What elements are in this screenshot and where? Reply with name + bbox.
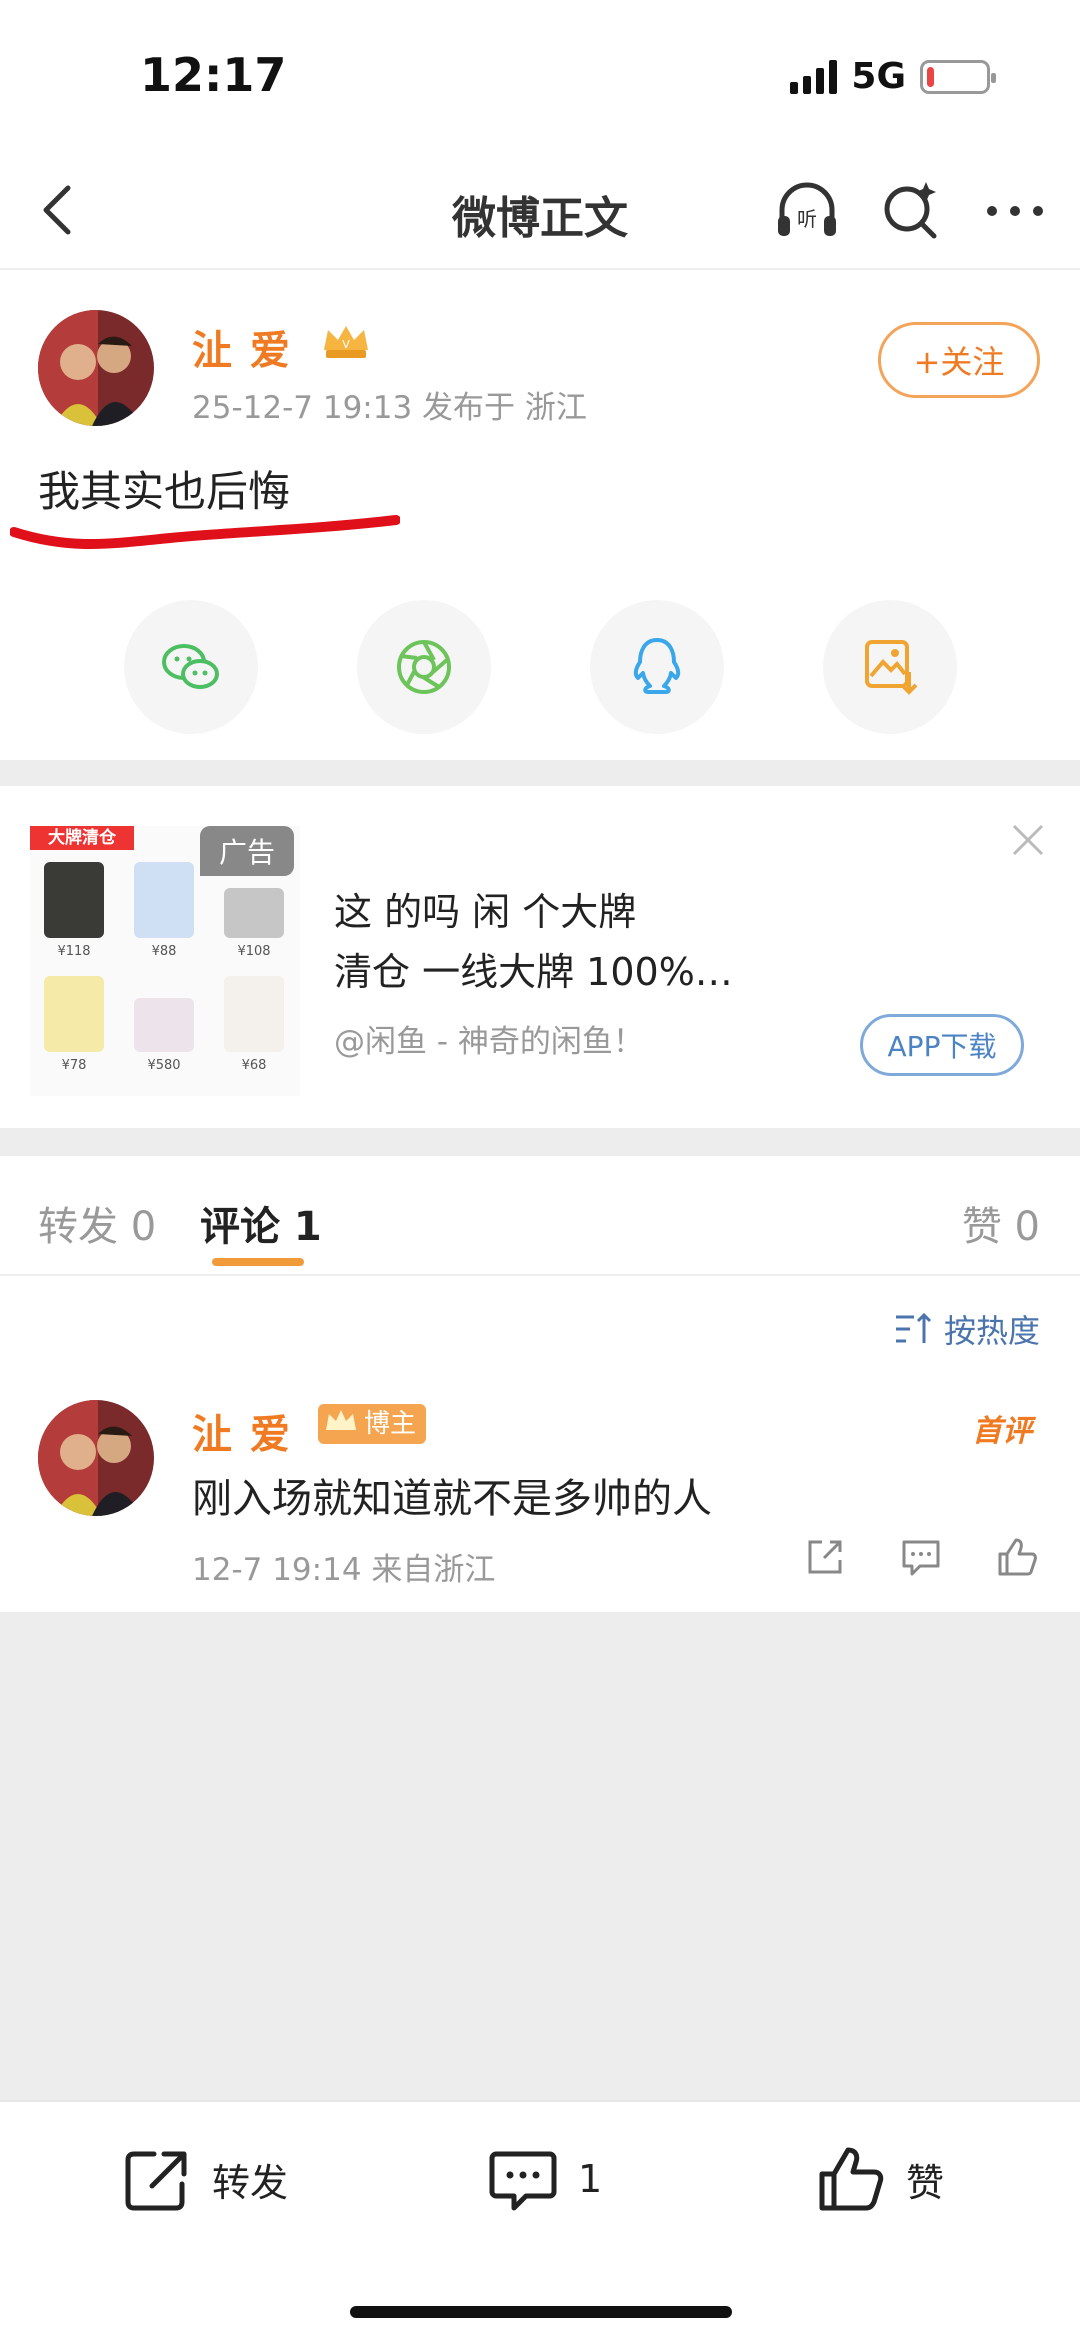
svg-text:V: V xyxy=(342,338,350,351)
repost-icon xyxy=(125,2151,187,2211)
tab-repost[interactable]: 转发 0 xyxy=(38,1194,156,1252)
app-download-button[interactable]: APP下载 xyxy=(860,1014,1024,1076)
post-meta: 25-12-7 19:13 发布于 浙江 xyxy=(192,390,587,426)
tab-indicator xyxy=(212,1258,304,1266)
svg-text:听: 听 xyxy=(797,207,817,231)
ad-product: ¥108 xyxy=(216,862,292,959)
qq-icon xyxy=(633,638,681,694)
close-icon[interactable] xyxy=(1010,822,1046,858)
author-badge: 博主 xyxy=(318,1404,427,1444)
ad-product: ¥88 xyxy=(126,862,202,959)
like-icon xyxy=(819,2147,884,2211)
ad-label: 广告 xyxy=(200,826,294,876)
comment-text: 刚入场就知道就不是多帅的人 xyxy=(192,1476,712,1522)
sort-icon xyxy=(895,1312,932,1343)
like-button[interactable]: 赞 xyxy=(814,2142,944,2216)
share-row xyxy=(0,600,1080,734)
repost-label: 转发 xyxy=(212,2160,289,2205)
follow-button[interactable]: +关注 xyxy=(878,322,1040,398)
bottom-action-bar: 转发 1 赞 xyxy=(0,2100,1080,2341)
like-label: 赞 xyxy=(906,2160,945,2205)
share-qq-button[interactable] xyxy=(590,600,724,734)
share-icon[interactable] xyxy=(802,1534,848,1580)
ad-card[interactable]: 大牌清仓 ¥118 ¥88 ¥108 ¥78 ¥580 ¥68 广告 这 的吗 … xyxy=(0,786,1080,1128)
like-icon[interactable] xyxy=(994,1534,1040,1580)
interaction-tabs: 转发 0 评论 1 赞 0 xyxy=(0,1156,1080,1276)
repost-button[interactable]: 转发 xyxy=(120,2142,288,2216)
nav-actions: 听 xyxy=(772,176,1050,246)
ad-product: ¥78 xyxy=(36,976,112,1073)
ad-product: ¥118 xyxy=(36,862,112,959)
listen-icon[interactable]: 听 xyxy=(772,176,842,246)
signal-icon xyxy=(790,59,838,94)
reply-icon[interactable] xyxy=(898,1534,944,1580)
avatar[interactable] xyxy=(38,310,154,426)
save-image-icon xyxy=(865,640,918,695)
status-indicators: 5G xyxy=(790,56,996,97)
nav-bar: 微博正文 听 xyxy=(0,150,1080,270)
battery-level xyxy=(927,66,934,87)
status-bar: 12:17 5G xyxy=(0,0,1080,150)
save-image-button[interactable] xyxy=(823,600,957,734)
comment-button[interactable]: 1 xyxy=(486,2142,602,2216)
comment-actions xyxy=(802,1534,1040,1580)
comment-count: 1 xyxy=(578,2157,603,2201)
wechat-icon xyxy=(162,644,219,689)
first-comment-tag: 首评 xyxy=(972,1414,1032,1449)
post-username[interactable]: 沚 爱 xyxy=(192,318,292,376)
ad-banner-tag: 大牌清仓 xyxy=(30,826,134,850)
tab-comment[interactable]: 评论 1 xyxy=(200,1194,322,1252)
comment-meta: 12-7 19:14 来自浙江 xyxy=(192,1552,496,1588)
sort-label: 按热度 xyxy=(943,1312,1040,1350)
ad-title[interactable]: 这 的吗 闲 个大牌 清仓 一线大牌 100%… xyxy=(334,882,1024,1002)
moments-icon xyxy=(397,640,451,694)
avatar[interactable] xyxy=(38,1400,154,1516)
ad-product: ¥580 xyxy=(126,976,202,1073)
status-time: 12:17 xyxy=(140,48,287,102)
crown-icon: V xyxy=(324,326,368,358)
ad-source: @闲鱼 - 神奇的闲鱼！ xyxy=(334,1024,644,1060)
comment-username[interactable]: 沚 爱 xyxy=(192,1402,292,1460)
search-icon[interactable] xyxy=(876,176,946,246)
crown-icon xyxy=(326,1410,356,1430)
more-icon[interactable] xyxy=(980,176,1050,246)
comment-list: 按热度 沚 爱 博主 首评 刚入场就知道就不是多帅的人 12-7 19:14 来… xyxy=(0,1276,1080,1612)
home-indicator[interactable] xyxy=(350,2306,732,2318)
sort-button[interactable]: 按热度 xyxy=(894,1306,1040,1352)
handwritten-underline xyxy=(10,515,400,549)
comment-icon xyxy=(489,2151,557,2211)
ad-product: ¥68 xyxy=(216,976,292,1073)
network-type: 5G xyxy=(851,56,906,97)
battery-icon xyxy=(920,59,996,94)
tab-like[interactable]: 赞 0 xyxy=(962,1194,1040,1252)
share-moments-button[interactable] xyxy=(357,600,491,734)
share-wechat-button[interactable] xyxy=(124,600,258,734)
post-card: 沚 爱 V 25-12-7 19:13 发布于 浙江 +关注 我其实也后悔 xyxy=(0,270,1080,760)
